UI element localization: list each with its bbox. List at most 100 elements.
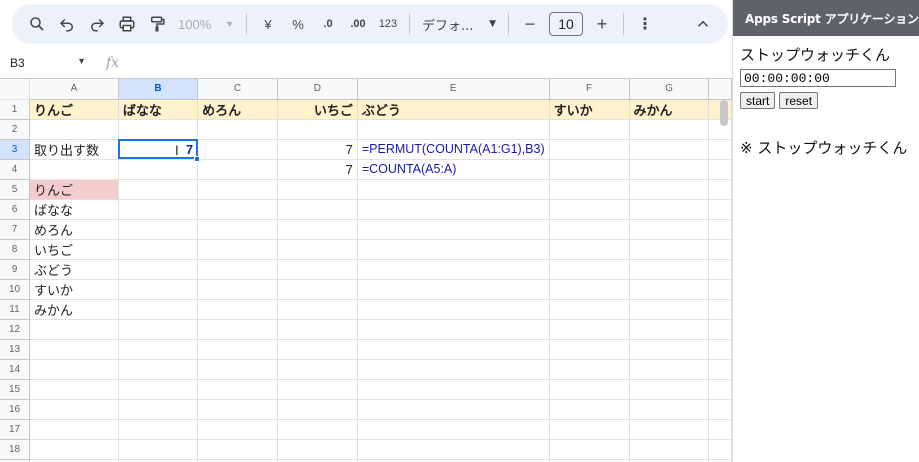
row-header[interactable]: 16 bbox=[0, 399, 30, 420]
cell-c10[interactable] bbox=[197, 279, 278, 300]
stopwatch-time-input[interactable] bbox=[740, 69, 896, 87]
undo-icon[interactable] bbox=[52, 10, 82, 38]
cell-b6[interactable] bbox=[118, 199, 199, 220]
cell-f6[interactable] bbox=[549, 199, 630, 220]
cell-f4[interactable] bbox=[549, 159, 630, 180]
print-icon[interactable] bbox=[112, 10, 142, 38]
cell-g18[interactable] bbox=[629, 439, 710, 460]
cell-c1[interactable]: めろん bbox=[197, 99, 278, 120]
cell-b17[interactable] bbox=[118, 419, 199, 440]
cell-c14[interactable] bbox=[197, 359, 278, 380]
cell-g4[interactable] bbox=[629, 159, 710, 180]
cell-d1[interactable]: いちご bbox=[277, 99, 358, 120]
cell-d11[interactable] bbox=[277, 299, 358, 320]
percent-format-button[interactable]: % bbox=[283, 10, 313, 38]
name-box[interactable]: B3 ▼ bbox=[0, 56, 92, 70]
cell-f3[interactable] bbox=[549, 139, 630, 160]
cell-b8[interactable] bbox=[118, 239, 199, 260]
sheet-grid[interactable]: A B C D E F G 1 りんご ばなな めろん いちご ぶどう すいか みかん 2 3 取り… bbox=[0, 78, 732, 462]
cell-a8[interactable]: いちご bbox=[29, 239, 119, 260]
cell-e5[interactable] bbox=[357, 179, 550, 200]
cell-e7[interactable] bbox=[357, 219, 550, 240]
cell-d9[interactable] bbox=[277, 259, 358, 280]
cell-d4[interactable]: 7 bbox=[277, 159, 358, 180]
cell-g17[interactable] bbox=[629, 419, 710, 440]
cell-e10[interactable] bbox=[357, 279, 550, 300]
cell-d14[interactable] bbox=[277, 359, 358, 380]
cell-a3[interactable]: 取り出す数 bbox=[29, 139, 119, 160]
cell-c5[interactable] bbox=[197, 179, 278, 200]
more-options-icon[interactable]: ⋮ bbox=[630, 10, 660, 38]
redo-icon[interactable] bbox=[82, 10, 112, 38]
cell-e17[interactable] bbox=[357, 419, 550, 440]
cell-b7[interactable] bbox=[118, 219, 199, 240]
cell-b16[interactable] bbox=[118, 399, 199, 420]
scrollbar-thumb[interactable] bbox=[720, 100, 728, 126]
cell-d13[interactable] bbox=[277, 339, 358, 360]
cell-e15[interactable] bbox=[357, 379, 550, 400]
row-header[interactable]: 10 bbox=[0, 279, 30, 300]
paint-format-icon[interactable] bbox=[142, 10, 172, 38]
cell-f11[interactable] bbox=[549, 299, 630, 320]
cell-d6[interactable] bbox=[277, 199, 358, 220]
row-header[interactable]: 18 bbox=[0, 439, 30, 460]
cell-e1[interactable]: ぶどう bbox=[357, 99, 550, 120]
row-header[interactable]: 14 bbox=[0, 359, 30, 380]
cell-a18[interactable] bbox=[29, 439, 119, 460]
cell-f1[interactable]: すいか bbox=[549, 99, 630, 120]
cell-e14[interactable] bbox=[357, 359, 550, 380]
row-header[interactable]: 6 bbox=[0, 199, 30, 220]
cell-a12[interactable] bbox=[29, 319, 119, 340]
row-header[interactable]: 1 bbox=[0, 99, 30, 120]
row-header[interactable]: 12 bbox=[0, 319, 30, 340]
cell-f15[interactable] bbox=[549, 379, 630, 400]
cell-b11[interactable] bbox=[118, 299, 199, 320]
number-format-button[interactable]: 123 bbox=[373, 10, 403, 38]
cell-a15[interactable] bbox=[29, 379, 119, 400]
cell-g11[interactable] bbox=[629, 299, 710, 320]
row-header[interactable]: 4 bbox=[0, 159, 30, 180]
row-header[interactable]: 3 bbox=[0, 139, 30, 160]
cell-b12[interactable] bbox=[118, 319, 199, 340]
cell-g8[interactable] bbox=[629, 239, 710, 260]
cell-a6[interactable]: ばなな bbox=[29, 199, 119, 220]
cell-d3[interactable]: 7 bbox=[277, 139, 358, 160]
cell-e11[interactable] bbox=[357, 299, 550, 320]
cell-b15[interactable] bbox=[118, 379, 199, 400]
cell-c9[interactable] bbox=[197, 259, 278, 280]
cell-f8[interactable] bbox=[549, 239, 630, 260]
column-header-c[interactable]: C bbox=[197, 79, 278, 100]
cell-g16[interactable] bbox=[629, 399, 710, 420]
cell-b1[interactable]: ばなな bbox=[118, 99, 199, 120]
cell-c6[interactable] bbox=[197, 199, 278, 220]
cell-g6[interactable] bbox=[629, 199, 710, 220]
cell-d17[interactable] bbox=[277, 419, 358, 440]
vertical-scrollbar[interactable] bbox=[719, 96, 729, 462]
cell-a5[interactable]: りんご bbox=[29, 179, 119, 200]
cell-b4[interactable] bbox=[118, 159, 199, 180]
cell-e8[interactable] bbox=[357, 239, 550, 260]
cell-c7[interactable] bbox=[197, 219, 278, 240]
column-header-b[interactable]: B bbox=[118, 79, 199, 100]
cell-b5[interactable] bbox=[118, 179, 199, 200]
cell-a7[interactable]: めろん bbox=[29, 219, 119, 240]
font-family-select[interactable]: デフォ... ▼ bbox=[416, 10, 502, 38]
cell-g3[interactable] bbox=[629, 139, 710, 160]
cell-f14[interactable] bbox=[549, 359, 630, 380]
cell-b18[interactable] bbox=[118, 439, 199, 460]
cell-f17[interactable] bbox=[549, 419, 630, 440]
cell-c3[interactable] bbox=[197, 139, 278, 160]
cell-b10[interactable] bbox=[118, 279, 199, 300]
collapse-toolbar-icon[interactable] bbox=[688, 10, 718, 38]
cell-a16[interactable] bbox=[29, 399, 119, 420]
cell-c4[interactable] bbox=[197, 159, 278, 180]
cell-d7[interactable] bbox=[277, 219, 358, 240]
cell-e6[interactable] bbox=[357, 199, 550, 220]
cell-e9[interactable] bbox=[357, 259, 550, 280]
font-size-input[interactable]: 10 bbox=[549, 12, 583, 36]
cell-d8[interactable] bbox=[277, 239, 358, 260]
increase-font-size-button[interactable]: + bbox=[587, 10, 617, 38]
cell-e18[interactable] bbox=[357, 439, 550, 460]
cell-g12[interactable] bbox=[629, 319, 710, 340]
cell-c16[interactable] bbox=[197, 399, 278, 420]
